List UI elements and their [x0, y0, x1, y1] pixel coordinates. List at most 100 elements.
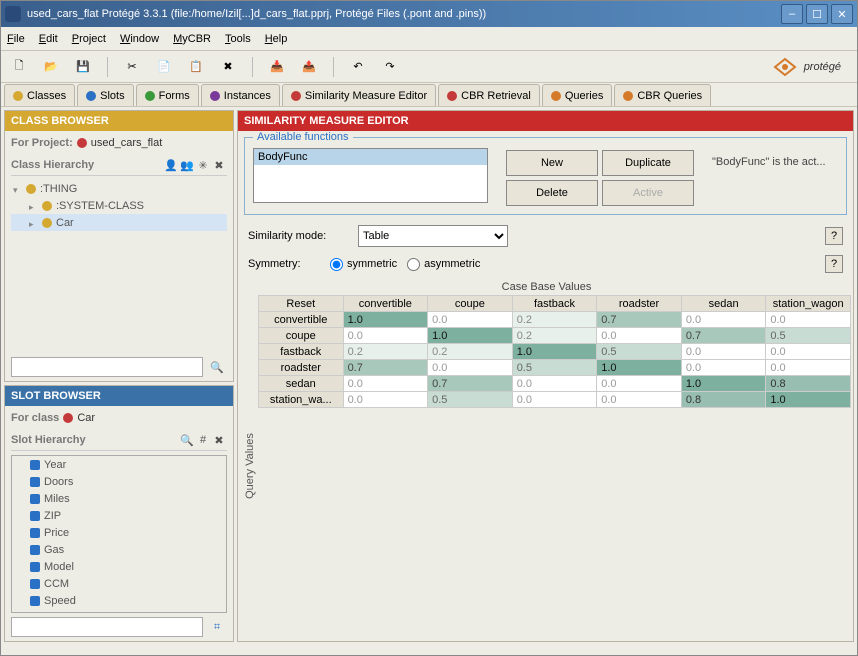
archive-icon[interactable]: 📥 — [265, 55, 289, 79]
symmetric-radio[interactable]: symmetric — [330, 258, 397, 271]
similarity-cell[interactable]: 0.0 — [428, 360, 513, 376]
similarity-cell[interactable]: 1.0 — [428, 328, 513, 344]
slot-tree[interactable]: YearDoorsMilesZIPPriceGasModelCCMSpeedPo… — [11, 455, 227, 613]
slot-model[interactable]: Model — [12, 558, 226, 575]
paste-icon[interactable]: 📋 — [184, 55, 208, 79]
archive2-icon[interactable]: 📤 — [297, 55, 321, 79]
similarity-cell[interactable]: 0.0 — [428, 312, 513, 328]
tree-node-car[interactable]: Car — [11, 214, 227, 231]
menu-file[interactable]: File — [7, 33, 25, 45]
similarity-cell[interactable]: 0.0 — [766, 312, 851, 328]
function-item[interactable]: BodyFunc — [254, 149, 487, 165]
slot-year[interactable]: Year — [12, 456, 226, 473]
similarity-cell[interactable]: 1.0 — [766, 392, 851, 408]
similarity-cell[interactable]: 0.0 — [343, 328, 428, 344]
similarity-cell[interactable]: 0.0 — [343, 376, 428, 392]
similarity-cell[interactable]: 0.0 — [681, 344, 766, 360]
cut-icon[interactable]: ✂ — [120, 55, 144, 79]
similarity-mode-select[interactable]: Table — [358, 225, 508, 247]
similarity-cell[interactable]: 0.7 — [343, 360, 428, 376]
similarity-cell[interactable]: 0.8 — [681, 392, 766, 408]
maximize-button[interactable]: ☐ — [806, 4, 828, 24]
slot-ccm[interactable]: CCM — [12, 575, 226, 592]
tree-node-thing[interactable]: :THING — [11, 180, 227, 197]
reset-header[interactable]: Reset — [259, 296, 344, 312]
titlebar[interactable]: used_cars_flat Protégé 3.3.1 (file:/home… — [1, 1, 857, 27]
similarity-cell[interactable]: 0.0 — [766, 360, 851, 376]
hierarchy-x-icon[interactable]: ✖ — [211, 157, 227, 173]
similarity-cell[interactable]: 0.0 — [681, 312, 766, 328]
slot-x-icon[interactable]: ✖ — [211, 432, 227, 448]
slot-gas[interactable]: Gas — [12, 541, 226, 558]
class-search-input[interactable] — [11, 357, 203, 377]
similarity-cell[interactable]: 0.8 — [766, 376, 851, 392]
copy-icon[interactable]: 📄 — [152, 55, 176, 79]
similarity-cell[interactable]: 0.0 — [681, 360, 766, 376]
menu-tools[interactable]: Tools — [225, 33, 251, 45]
similarity-cell[interactable]: 0.5 — [766, 328, 851, 344]
undo-icon[interactable]: ↶ — [346, 55, 370, 79]
similarity-cell[interactable]: 0.0 — [597, 328, 682, 344]
similarity-cell[interactable]: 0.0 — [512, 376, 597, 392]
tab-cbr-queries[interactable]: CBR Queries — [614, 84, 711, 106]
similarity-cell[interactable]: 0.7 — [428, 376, 513, 392]
minimize-button[interactable]: – — [781, 4, 803, 24]
similarity-cell[interactable]: 1.0 — [512, 344, 597, 360]
similarity-cell[interactable]: 0.0 — [597, 392, 682, 408]
similarity-cell[interactable]: 0.5 — [512, 360, 597, 376]
slot-search-button[interactable]: ⌗ — [207, 617, 227, 637]
similarity-cell[interactable]: 0.2 — [512, 312, 597, 328]
similarity-cell[interactable]: 0.0 — [766, 344, 851, 360]
slot-miles[interactable]: Miles — [12, 490, 226, 507]
similarity-cell[interactable]: 0.2 — [428, 344, 513, 360]
slot-speed[interactable]: Speed — [12, 592, 226, 609]
new-button[interactable]: New — [506, 150, 598, 176]
tab-cbr-retrieval[interactable]: CBR Retrieval — [438, 84, 540, 106]
caret-icon[interactable] — [29, 201, 38, 210]
delete-icon[interactable]: ✖ — [216, 55, 240, 79]
new-file-icon[interactable]: 🗋 — [7, 55, 31, 79]
slot-hash-icon[interactable]: # — [195, 432, 211, 448]
similarity-cell[interactable]: 0.2 — [512, 328, 597, 344]
open-icon[interactable]: 📂 — [39, 55, 63, 79]
slot-search-input[interactable] — [11, 617, 203, 637]
similarity-cell[interactable]: 0.7 — [597, 312, 682, 328]
hierarchy-person-icon[interactable]: 👤 — [163, 157, 179, 173]
similarity-cell[interactable]: 0.2 — [343, 344, 428, 360]
tree-node-system-class[interactable]: :SYSTEM-CLASS — [11, 197, 227, 214]
slot-zip[interactable]: ZIP — [12, 507, 226, 524]
similarity-cell[interactable]: 0.5 — [597, 344, 682, 360]
caret-icon[interactable] — [13, 184, 22, 193]
similarity-cell[interactable]: 1.0 — [597, 360, 682, 376]
menu-edit[interactable]: Edit — [39, 33, 58, 45]
caret-icon[interactable] — [29, 218, 38, 227]
slot-power[interactable]: Power — [12, 609, 226, 613]
tab-queries[interactable]: Queries — [542, 84, 613, 106]
similarity-cell[interactable]: 0.0 — [597, 376, 682, 392]
tab-classes[interactable]: Classes — [4, 84, 75, 106]
slot-doors[interactable]: Doors — [12, 473, 226, 490]
class-tree[interactable]: :THING:SYSTEM-CLASSCar — [11, 180, 227, 353]
class-search-button[interactable]: 🔍 — [207, 357, 227, 377]
similarity-cell[interactable]: 0.5 — [428, 392, 513, 408]
tab-slots[interactable]: Slots — [77, 84, 133, 106]
save-icon[interactable]: 💾 — [71, 55, 95, 79]
similarity-cell[interactable]: 1.0 — [681, 376, 766, 392]
tab-forms[interactable]: Forms — [136, 84, 199, 106]
duplicate-button[interactable]: Duplicate — [602, 150, 694, 176]
menu-window[interactable]: Window — [120, 33, 159, 45]
delete-button[interactable]: Delete — [506, 180, 598, 206]
tab-similarity-measure-editor[interactable]: Similarity Measure Editor — [282, 84, 436, 106]
hierarchy-star-icon[interactable]: ✳ — [195, 157, 211, 173]
similarity-cell[interactable]: 1.0 — [343, 312, 428, 328]
asymmetric-radio[interactable]: asymmetric — [407, 258, 480, 271]
slot-price[interactable]: Price — [12, 524, 226, 541]
help-button-mode[interactable]: ? — [825, 227, 843, 245]
help-button-sym[interactable]: ? — [825, 255, 843, 273]
function-list[interactable]: BodyFunc — [253, 148, 488, 203]
similarity-cell[interactable]: 0.0 — [343, 392, 428, 408]
similarity-table[interactable]: Resetconvertiblecoupefastbackroadstersed… — [258, 295, 851, 408]
similarity-cell[interactable]: 0.0 — [512, 392, 597, 408]
slot-search-icon[interactable]: 🔍 — [179, 432, 195, 448]
similarity-cell[interactable]: 0.7 — [681, 328, 766, 344]
